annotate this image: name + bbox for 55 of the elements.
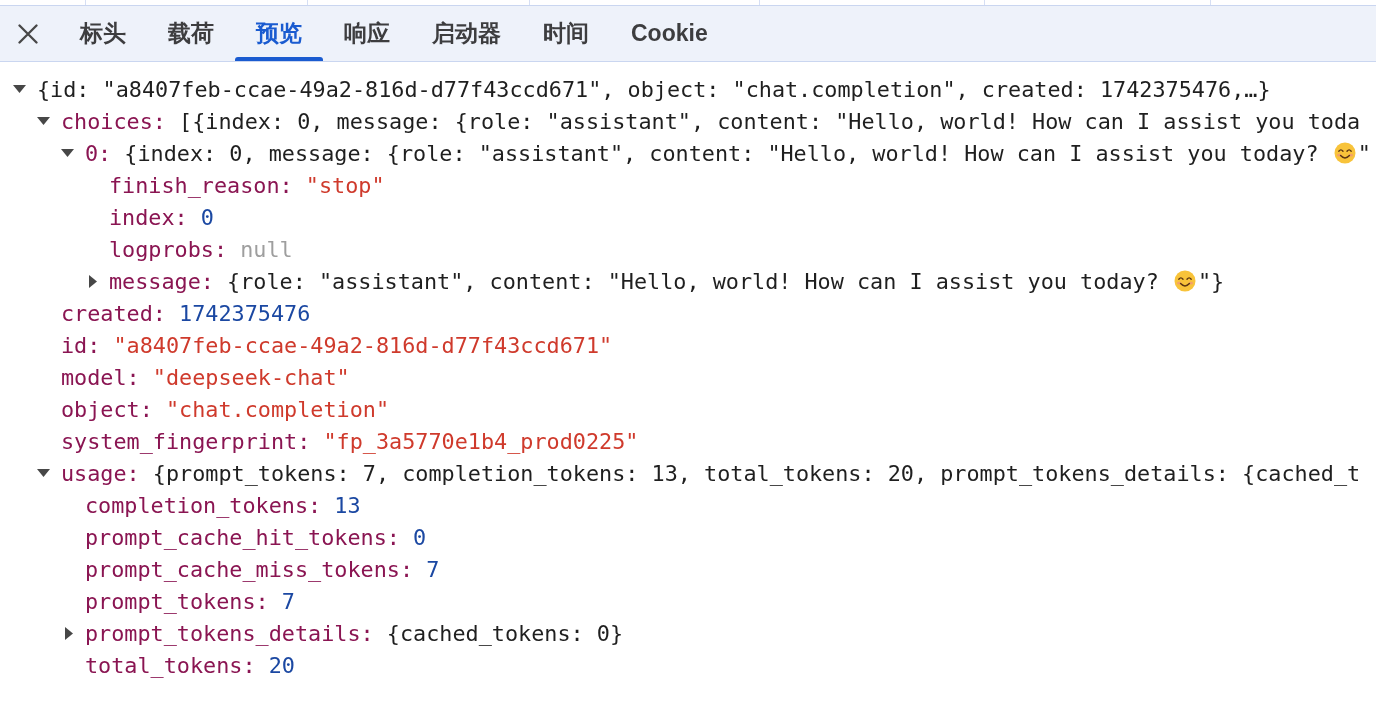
json-preview: "} (1197, 268, 1225, 294)
tab[interactable]: 预览 (235, 6, 323, 61)
json-key: message: (109, 268, 214, 294)
json-value: "stop" (305, 172, 385, 198)
json-key: usage: (61, 460, 140, 486)
smiley-face-icon (1173, 270, 1196, 292)
json-value: 20 (268, 652, 295, 678)
json-key: logprobs: (109, 236, 228, 262)
json-key: object: (61, 396, 153, 422)
collapsed-triangle-icon[interactable] (65, 626, 73, 640)
json-key: completion_tokens: (85, 492, 322, 518)
json-preview: [{index: 0, message: {role: "assistant", content: "Hello, world! How can I assist you toda (179, 108, 1361, 134)
expanded-triangle-icon[interactable] (61, 149, 74, 157)
expanded-triangle-icon[interactable] (37, 117, 50, 125)
json-value: 7 (281, 588, 295, 614)
json-key: index: (109, 204, 188, 230)
smiley-face-icon (1333, 142, 1356, 164)
json-key: choices: (61, 108, 166, 134)
json-value: "deepseek-chat" (152, 364, 350, 390)
close-icon[interactable] (18, 23, 38, 44)
json-key: finish_reason: (109, 172, 293, 198)
json-value: "chat.completion" (166, 396, 390, 422)
json-key: prompt_cache_hit_tokens: (85, 524, 400, 550)
json-value: 13 (334, 492, 361, 518)
tab[interactable]: 时间 (522, 6, 610, 61)
tab[interactable]: Cookie (610, 6, 729, 61)
json-preview: {index: 0, message: {role: "assistant", content: "Hello, world! How can I assist you today? (124, 140, 1320, 166)
json-preview: {id: "a8407feb-ccae-49a2-816d-d77f43ccd671", object: "chat.completion", created: 1742375476,…} (37, 76, 1271, 102)
json-value: 0 (200, 204, 214, 230)
json-value: 1742375476 (179, 300, 311, 326)
json-value: "a8407feb-ccae-49a2-816d-d77f43ccd671" (113, 332, 613, 358)
tab[interactable]: 启动器 (411, 6, 522, 61)
json-value: null (240, 236, 293, 262)
json-key: prompt_cache_miss_tokens: (85, 556, 414, 582)
json-key: model: (61, 364, 140, 390)
json-preview: {role: "assistant", content: "Hello, world! How can I assist you today? (227, 268, 1160, 294)
json-value: "fp_3a5770e1b4_prod0225" (323, 428, 639, 454)
json-key: prompt_tokens: (85, 588, 269, 614)
json-key: id: (61, 332, 101, 358)
json-value: 7 (426, 556, 440, 582)
json-key: 0: (85, 140, 112, 166)
json-preview: {prompt_tokens: 7, completion_tokens: 13, total_tokens: 20, prompt_tokens_details: {cached_t (152, 460, 1361, 486)
json-key: created: (61, 300, 166, 326)
tab[interactable]: 载荷 (147, 6, 235, 61)
json-value: 0 (413, 524, 427, 550)
tab[interactable]: 响应 (323, 6, 411, 61)
json-preview: {cached_tokens: 0} (386, 620, 624, 646)
expanded-triangle-icon[interactable] (13, 85, 26, 93)
collapsed-triangle-icon[interactable] (89, 274, 97, 288)
json-preview: " (1357, 140, 1371, 166)
json-key: system_fingerprint: (61, 428, 311, 454)
tab[interactable]: 标头 (59, 6, 147, 61)
json-key: total_tokens: (85, 652, 256, 678)
expanded-triangle-icon[interactable] (37, 469, 50, 477)
json-key: prompt_tokens_details: (85, 620, 374, 646)
